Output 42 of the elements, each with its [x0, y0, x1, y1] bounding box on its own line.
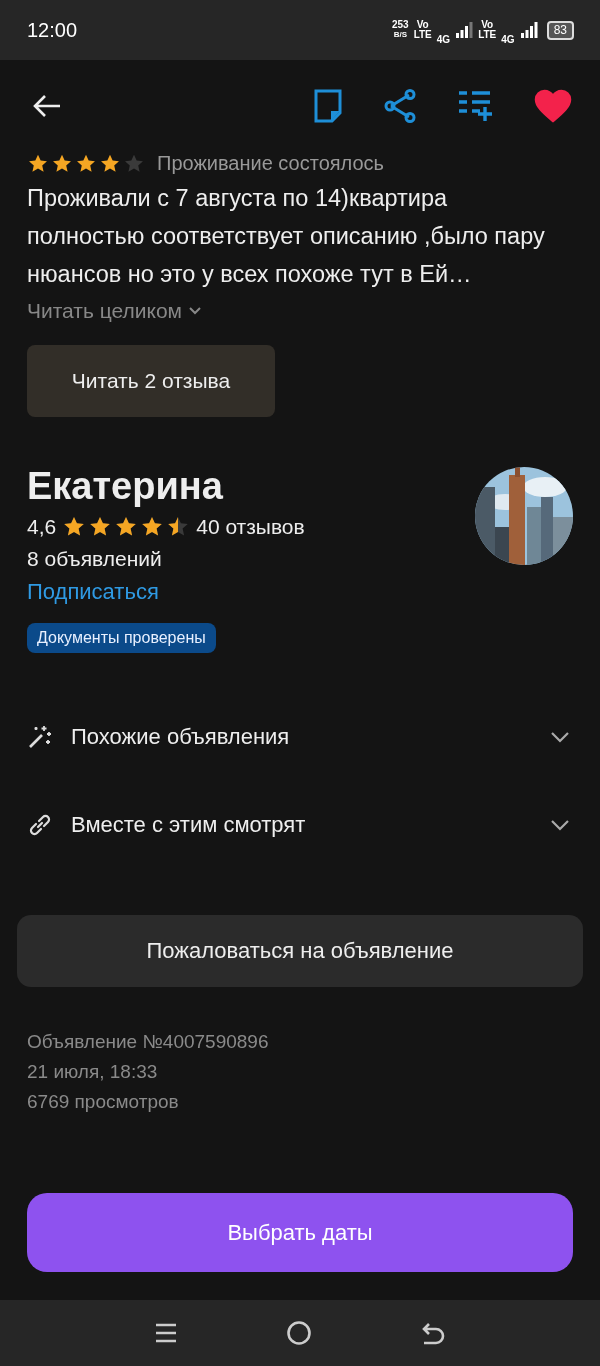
- share-icon[interactable]: [384, 89, 416, 123]
- select-dates-button[interactable]: Выбрать даты: [27, 1193, 573, 1272]
- lte-label: LTE: [413, 30, 432, 40]
- back-icon[interactable]: [420, 1320, 446, 1346]
- read-more-link[interactable]: Читать целиком: [27, 299, 203, 323]
- subscribe-link[interactable]: Подписаться: [27, 579, 159, 605]
- volte-label: Vo: [416, 20, 429, 30]
- link-icon: [27, 812, 53, 838]
- status-time: 12:00: [27, 18, 78, 42]
- chevron-icon: [550, 731, 570, 743]
- volte-label: Vo: [481, 20, 494, 30]
- speed-unit: B/S: [393, 30, 407, 40]
- reviews-link[interactable]: 40 отзывов: [196, 515, 305, 539]
- lte-label: LTE: [478, 30, 497, 40]
- network-speed: 253: [391, 20, 409, 30]
- menu-icon[interactable]: [154, 1321, 178, 1345]
- network-type: 4G: [436, 33, 451, 45]
- note-icon[interactable]: [314, 89, 342, 123]
- listing-meta: 21 июля, 18:33: [27, 1060, 158, 1084]
- magic-wand-icon: [27, 724, 53, 750]
- heart-icon[interactable]: [534, 89, 572, 123]
- review-status: Проживание состоялось: [157, 152, 385, 175]
- signal-icon: [519, 21, 538, 39]
- signal-icon: [455, 21, 474, 39]
- report-button[interactable]: Пожаловаться на объявление: [17, 915, 583, 987]
- chevron-icon: [188, 306, 203, 316]
- accordion-item[interactable]: Вместе с этим смотрят: [0, 781, 600, 869]
- listing-meta: 6769 просмотров: [27, 1090, 179, 1114]
- listings-count: 8 объявлений: [27, 547, 162, 571]
- chevron-icon: [550, 819, 570, 831]
- network-type: 4G: [501, 33, 515, 45]
- back-arrow-icon[interactable]: [32, 94, 62, 118]
- listing-meta: Объявление №4007590896: [27, 1030, 269, 1054]
- verified-badge: Документы проверены: [27, 623, 216, 653]
- battery-indicator: 83: [546, 20, 574, 40]
- read-reviews-button[interactable]: Читать 2 отзыва: [27, 345, 275, 417]
- seller-name: Екатерина: [27, 464, 223, 509]
- add-to-list-icon[interactable]: [458, 90, 492, 122]
- accordion-item[interactable]: Похожие объявления: [0, 693, 600, 781]
- home-icon[interactable]: [286, 1320, 312, 1346]
- rating-value: 4,6: [27, 515, 57, 539]
- review-text: Проживали с 7 августа по 14)квартира полностью соответствует описанию ,было пару нюансов но это у всех похоже тут в Ей…: [27, 184, 546, 289]
